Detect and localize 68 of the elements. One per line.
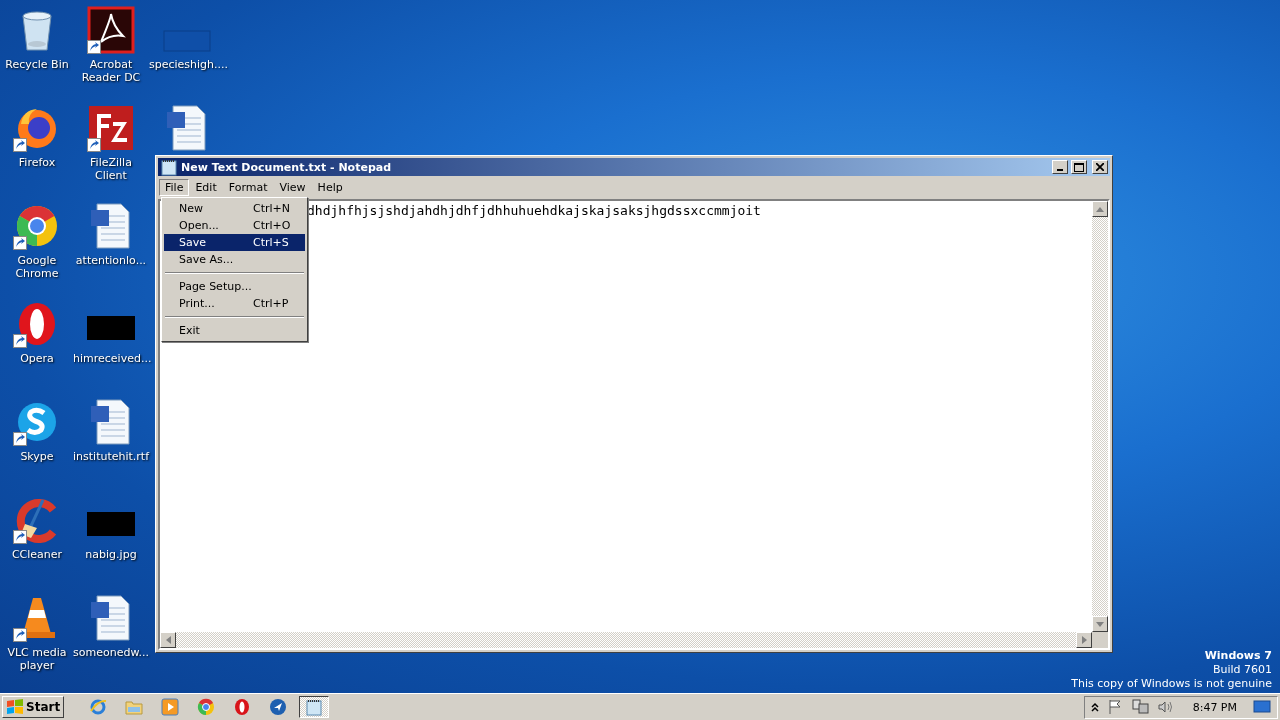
desktop-icon-label[interactable]: Recycle Bin	[5, 58, 69, 71]
desktop-icon-label[interactable]: nabig.jpg	[85, 548, 137, 561]
desktop-icon-label[interactable]: Firefox	[18, 156, 56, 169]
vertical-scrollbar[interactable]	[1092, 201, 1108, 632]
minimize-button[interactable]	[1052, 160, 1068, 174]
media-player-icon	[161, 698, 180, 716]
scroll-right-button[interactable]	[1076, 632, 1092, 648]
genuine-notice-text: This copy of Windows is not genuine	[1071, 677, 1272, 691]
menu-item[interactable]: Save Ctrl+S	[164, 234, 305, 251]
up-arrow-icon	[1096, 206, 1104, 212]
minimize-icon	[1057, 169, 1063, 171]
menu-item[interactable]: Print... Ctrl+P	[164, 295, 305, 312]
file-thumbnail-icon	[163, 30, 211, 52]
acrobat-icon	[87, 6, 135, 54]
menu-bar-item[interactable]: View	[273, 179, 312, 196]
menu-bar-item[interactable]: Edit	[189, 179, 223, 196]
chevron-up-icon[interactable]	[1090, 702, 1099, 712]
chrome-icon	[197, 698, 216, 716]
flag-icon[interactable]	[1106, 699, 1123, 715]
menu-item[interactable]: Open... Ctrl+O	[164, 217, 305, 234]
horizontal-scrollbar[interactable]	[160, 632, 1092, 648]
notepad-icon	[305, 698, 324, 716]
desktop-icon-label[interactable]: CCleaner	[11, 548, 63, 561]
menu-bar-item[interactable]: Format	[222, 179, 274, 196]
desktop-icon-label[interactable]: specieshigh....	[149, 58, 225, 71]
left-arrow-icon	[165, 636, 171, 644]
desktop-icon-label[interactable]: himreceived...	[73, 352, 149, 365]
build-number-text: Build 7601	[1212, 663, 1272, 677]
desktop-icon-label[interactable]: Acrobat Reader DC	[74, 58, 148, 84]
folder-icon	[125, 698, 144, 716]
internet-explorer-icon	[89, 698, 108, 716]
start-button[interactable]: Start	[2, 696, 65, 718]
menu-item[interactable]: Page Setup...	[164, 278, 305, 295]
right-arrow-icon	[1081, 636, 1087, 644]
maximize-icon	[1074, 162, 1084, 172]
scroll-left-button[interactable]	[160, 632, 176, 648]
desktop-icon-label[interactable]: Skype	[20, 450, 54, 463]
desktop-icon-label[interactable]: VLC media player	[0, 646, 74, 672]
menu-bar-item[interactable]: File	[159, 179, 190, 196]
menu-item[interactable]: Save As...	[164, 251, 305, 268]
desktop-icon-label[interactable]: FileZilla Client	[74, 156, 148, 182]
close-button[interactable]	[1092, 160, 1108, 174]
scroll-up-button[interactable]	[1092, 201, 1108, 217]
volume-icon[interactable]	[1156, 699, 1173, 715]
window-title: New Text Document.txt - Notepad	[181, 160, 393, 174]
opera-icon	[233, 698, 252, 716]
notepad-icon	[160, 158, 178, 176]
taskbar-button[interactable]	[299, 696, 330, 718]
scroll-down-button[interactable]	[1092, 616, 1108, 632]
down-arrow-icon	[1096, 621, 1104, 627]
document-text: dhdjhfhjsjshdjahdhjdhfjdhhuhuehdkajskajsaksjhgdssxccmmjoit	[307, 203, 762, 219]
filezilla-icon	[87, 104, 135, 152]
desktop-icon-label[interactable]: Opera	[20, 352, 54, 365]
desktop-icon-label[interactable]: someonedw...	[73, 646, 149, 659]
menu-item[interactable]: Exit	[164, 322, 305, 339]
maximize-button[interactable]	[1071, 160, 1087, 174]
paper-plane-icon	[269, 698, 288, 716]
network-icon[interactable]	[1130, 699, 1149, 715]
desktop-icon-label[interactable]: institutehit.rtf	[73, 450, 149, 463]
menu-bar-item[interactable]: Help	[311, 179, 349, 196]
close-icon	[1096, 163, 1104, 171]
desktop-icon-label[interactable]: Google Chrome	[0, 254, 74, 280]
clock[interactable]: 8:47 PM	[1192, 700, 1237, 714]
menu-item[interactable]: New Ctrl+N	[164, 200, 305, 217]
show-desktop-icon[interactable]	[1253, 700, 1271, 714]
desktop-icon-label[interactable]: attentionlo...	[75, 254, 147, 267]
windows-logo-icon	[6, 699, 24, 715]
windows-edition-text: Windows 7	[1204, 649, 1272, 663]
